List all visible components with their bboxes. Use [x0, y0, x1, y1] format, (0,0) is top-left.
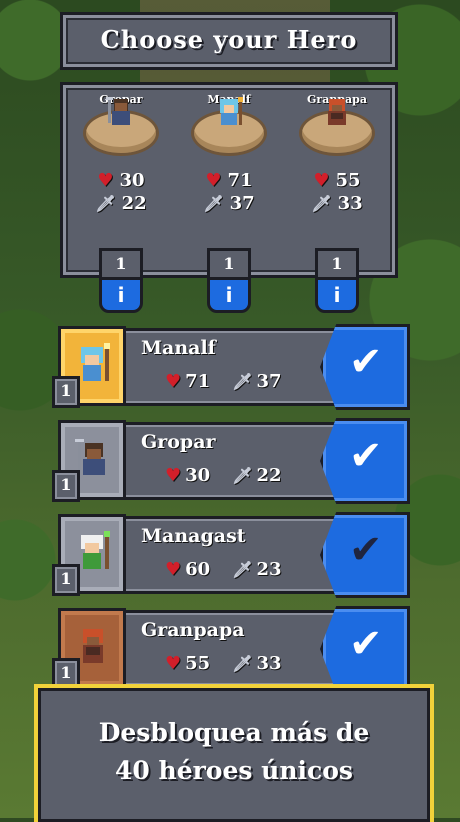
level-label: 1: [99, 248, 143, 277]
check-icon: ✔: [349, 433, 383, 479]
granpapa-sprite-icon: [328, 99, 346, 125]
sword-icon: 🗡: [95, 194, 116, 213]
hero-card-granpapa[interactable]: Granpapa ♥ 55 🗡 33 1 ✔: [52, 606, 410, 692]
sword-icon: 🗡: [203, 194, 224, 213]
hero-card-gropar[interactable]: Gropar ♥ 30 🗡 22 1 ✔: [52, 418, 410, 504]
hero-attack: 22: [256, 465, 282, 486]
select-button[interactable]: ✔: [320, 512, 410, 598]
heart-icon: ♥: [165, 465, 182, 486]
manalf-portrait-icon: [81, 343, 110, 381]
heart-icon: ♥: [165, 371, 182, 392]
info-icon[interactable]: i: [99, 277, 143, 313]
pedestal: [83, 97, 159, 156]
party-hero-granpapa[interactable]: Granpapa ♥55 🗡33: [287, 93, 387, 214]
info-icon[interactable]: i: [207, 277, 251, 313]
promo-banner: Desbloquea más de 40 héroes únicos: [34, 684, 434, 822]
hero-card-managast[interactable]: Managast ♥ 60 🗡 23 1 ✔: [52, 512, 410, 598]
check-icon: ✔: [349, 527, 383, 573]
promo-line-1: Desbloquea más de: [98, 718, 370, 747]
level-badge: 1: [52, 376, 80, 408]
hero-name: Manalf: [141, 337, 216, 359]
promo-line-2: 40 héroes únicos: [115, 756, 353, 785]
hero-attack: 22: [121, 193, 147, 214]
hero-attack: 23: [256, 559, 282, 580]
hero-attack: 37: [229, 193, 255, 214]
check-icon: ✔: [349, 339, 383, 385]
gropar-portrait-icon: [75, 439, 105, 475]
select-button[interactable]: ✔: [320, 606, 410, 692]
hero-attack: 33: [256, 653, 282, 674]
party-hero-gropar[interactable]: Gropar ♥30 🗡22: [71, 93, 171, 214]
gropar-sprite-icon: [106, 97, 130, 125]
hero-hp: 30: [119, 170, 145, 191]
level-badge: 1: [52, 470, 80, 502]
heart-icon: ♥: [165, 559, 182, 580]
party-hero-info-tab[interactable]: 1 i: [207, 248, 251, 313]
sword-icon: 🗡: [232, 560, 253, 579]
manalf-sprite-icon: [220, 97, 243, 125]
hero-name: Managast: [141, 525, 246, 547]
hero-hp: 71: [227, 170, 253, 191]
level-badge: 1: [52, 564, 80, 596]
hero-hp: 55: [335, 170, 361, 191]
sword-icon: 🗡: [232, 466, 253, 485]
heart-icon: ♥: [165, 653, 182, 674]
granpapa-portrait-icon: [83, 629, 103, 663]
sword-icon: 🗡: [311, 194, 332, 213]
hero-name: Granpapa: [141, 619, 245, 641]
select-button[interactable]: ✔: [320, 324, 410, 410]
hero-hp: 30: [185, 465, 211, 486]
pedestal: [299, 99, 375, 156]
check-icon: ✔: [349, 621, 383, 667]
title-panel: Choose your Hero: [60, 12, 398, 70]
page-title: Choose your Hero: [100, 25, 358, 54]
heart-icon: ♥: [205, 170, 222, 191]
hero-attack: 33: [337, 193, 363, 214]
hero-hp: 60: [185, 559, 211, 580]
hero-name: Gropar: [141, 431, 216, 453]
managast-portrait-icon: [81, 531, 110, 569]
pedestal: [191, 97, 267, 156]
hero-hp: 55: [185, 653, 211, 674]
hero-hp: 71: [185, 371, 211, 392]
heart-icon: ♥: [313, 170, 330, 191]
hero-attack: 37: [256, 371, 282, 392]
party-hero-info-tab[interactable]: 1 i: [315, 248, 359, 313]
select-button[interactable]: ✔: [320, 418, 410, 504]
level-label: 1: [207, 248, 251, 277]
sword-icon: 🗡: [232, 372, 253, 391]
heart-icon: ♥: [97, 170, 114, 191]
hero-card-manalf[interactable]: Manalf ♥ 71 🗡 37 1 ✔: [52, 324, 410, 410]
party-hero-manalf[interactable]: Manalf ♥71 🗡37: [179, 93, 279, 214]
info-icon[interactable]: i: [315, 277, 359, 313]
sword-icon: 🗡: [232, 654, 253, 673]
party-hero-info-tab[interactable]: 1 i: [99, 248, 143, 313]
level-label: 1: [315, 248, 359, 277]
promo-text: Desbloquea más de 40 héroes únicos: [38, 714, 430, 790]
